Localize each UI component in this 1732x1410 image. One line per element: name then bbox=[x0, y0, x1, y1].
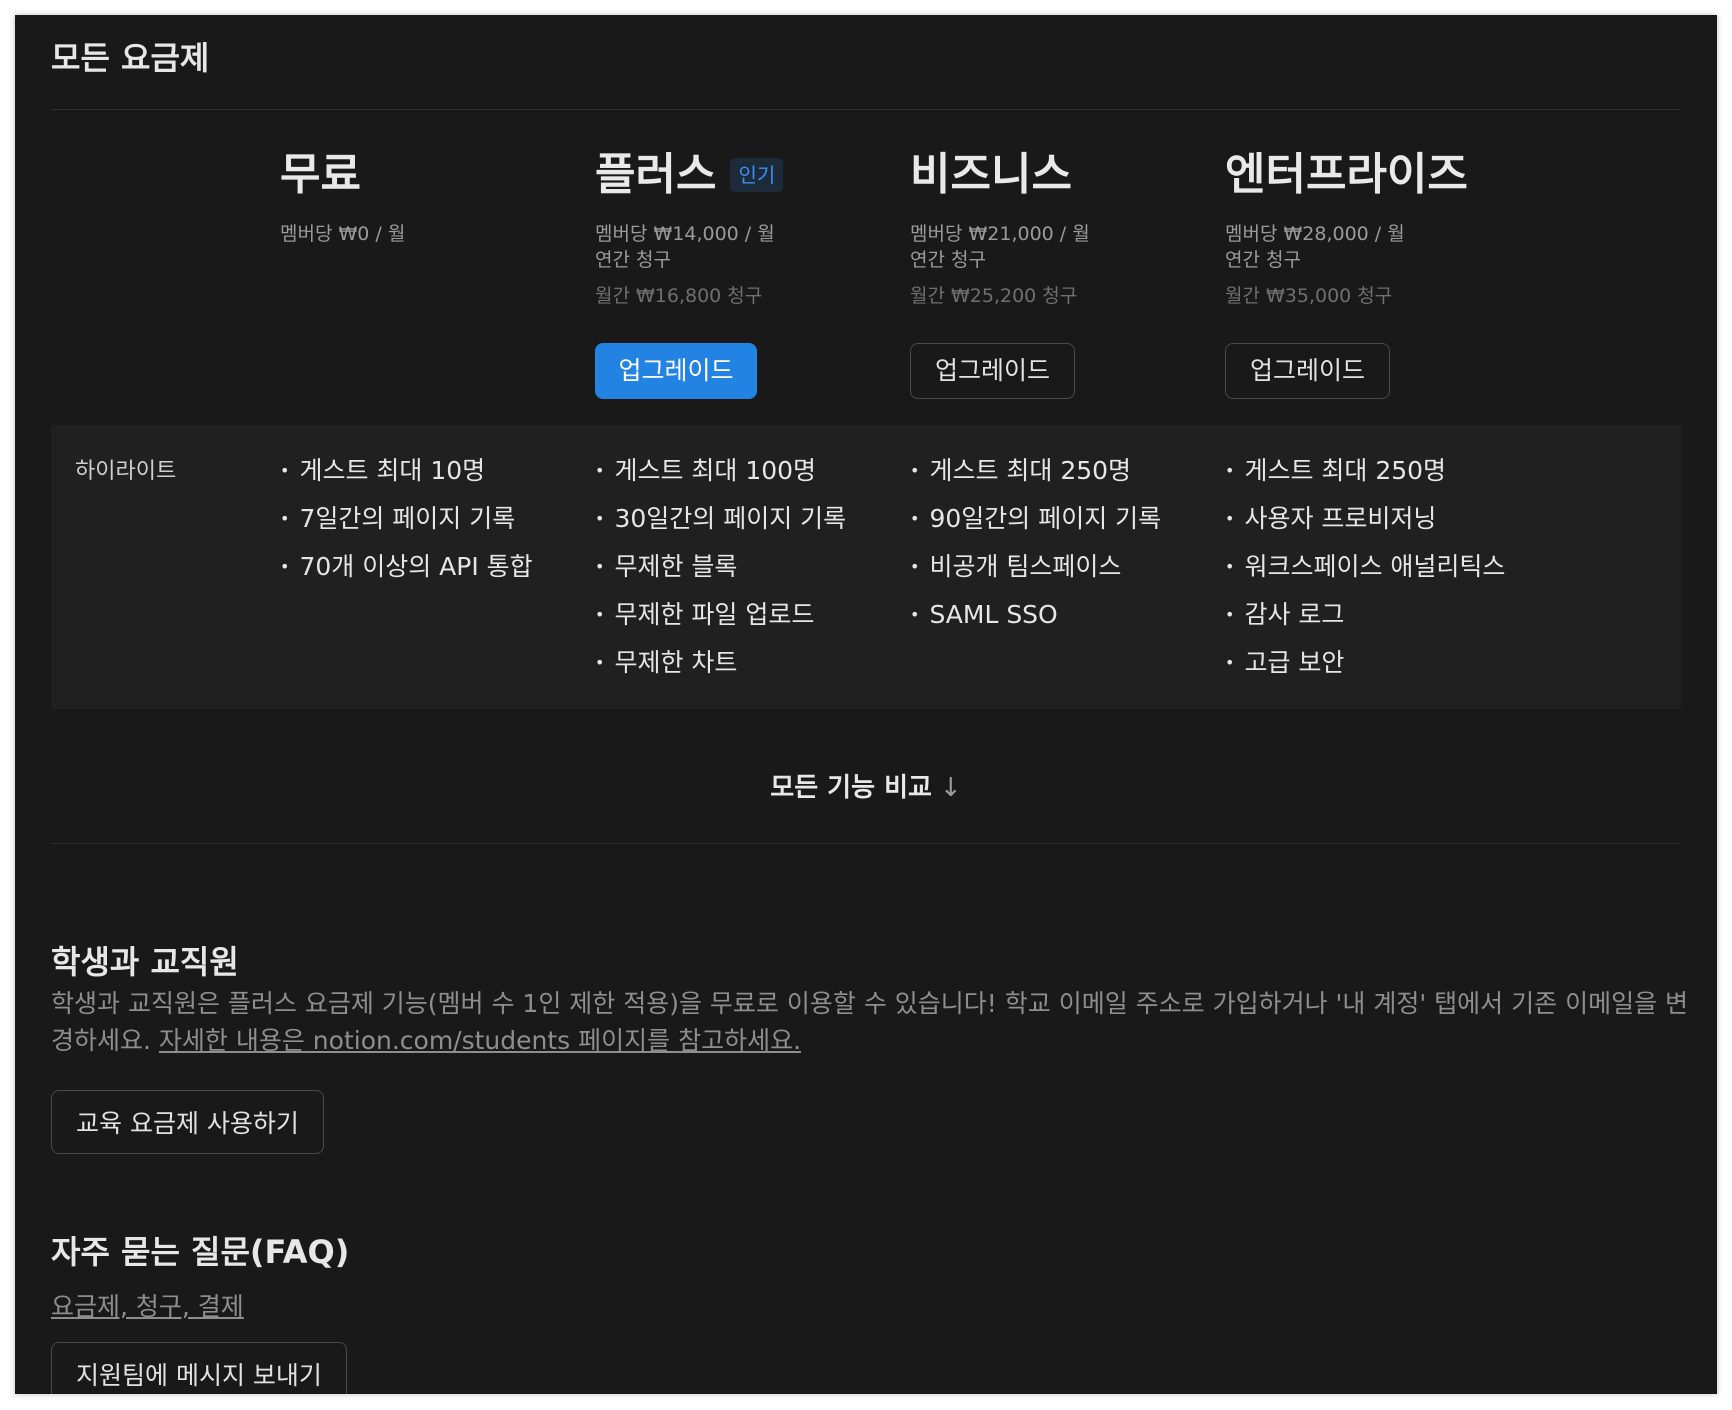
highlights-plus: 게스트 최대 100명 30일간의 페이지 기록 무제한 블록 무제한 파일 업… bbox=[595, 447, 846, 687]
upgrade-button-plus[interactable]: 업그레이드 bbox=[595, 343, 757, 399]
plan-monthly-price: 월간 ₩16,800 청구 bbox=[595, 285, 763, 307]
list-item: 비공개 팀스페이스 bbox=[910, 543, 1161, 591]
faq-title: 자주 묻는 질문(FAQ) bbox=[51, 1233, 350, 1271]
students-info-link[interactable]: 자세한 내용은 notion.com/students 페이지를 참고하세요. bbox=[159, 1026, 801, 1055]
plan-name: 무료 bbox=[280, 145, 620, 205]
section-divider bbox=[51, 843, 1681, 844]
arrow-down-icon: ↓ bbox=[939, 773, 962, 803]
plan-billing: 연간 청구 bbox=[595, 249, 671, 271]
plan-price: 멤버당 ₩0 / 월 bbox=[280, 223, 406, 245]
list-item: 무제한 파일 업로드 bbox=[595, 591, 846, 639]
students-title: 학생과 교직원 bbox=[51, 943, 239, 981]
list-item: 7일간의 페이지 기록 bbox=[280, 495, 533, 543]
highlights-free: 게스트 최대 10명 7일간의 페이지 기록 70개 이상의 API 통합 bbox=[280, 447, 533, 591]
plan-price: 멤버당 ₩14,000 / 월 연간 청구 bbox=[595, 221, 935, 273]
contact-support-button[interactable]: 지원팀에 메시지 보내기 bbox=[51, 1342, 347, 1394]
highlights-enterprise: 게스트 최대 250명 사용자 프로비저닝 워크스페이스 애널리틱스 감사 로그… bbox=[1225, 447, 1505, 687]
list-item: 게스트 최대 250명 bbox=[910, 447, 1161, 495]
plan-price-per-member: 멤버당 ₩28,000 / 월 bbox=[1225, 223, 1405, 245]
upgrade-button-business[interactable]: 업그레이드 bbox=[910, 343, 1075, 399]
education-plan-button[interactable]: 교육 요금제 사용하기 bbox=[51, 1090, 324, 1154]
plan-name-text: 플러스 bbox=[595, 149, 717, 200]
list-item: 워크스페이스 애널리틱스 bbox=[1225, 543, 1505, 591]
plan-plus: 플러스 인기 멤버당 ₩14,000 / 월 연간 청구 월간 ₩16,800 … bbox=[595, 145, 935, 399]
plan-free: 무료 멤버당 ₩0 / 월 bbox=[280, 145, 620, 247]
faq-link[interactable]: 요금제, 청구, 결제 bbox=[51, 1287, 244, 1323]
list-item: 게스트 최대 250명 bbox=[1225, 447, 1505, 495]
plan-name-text: 비즈니스 bbox=[910, 149, 1072, 200]
list-item: SAML SSO bbox=[910, 591, 1161, 639]
list-item: 감사 로그 bbox=[1225, 591, 1505, 639]
compare-all-features-link[interactable]: 모든 기능 비교 ↓ bbox=[15, 767, 1717, 804]
list-item: 무제한 블록 bbox=[595, 543, 846, 591]
pricing-panel: 모든 요금제 무료 멤버당 ₩0 / 월 플러스 인기 멤버당 ₩14,000 … bbox=[15, 15, 1717, 1394]
plan-monthly-price: 월간 ₩25,200 청구 bbox=[910, 285, 1078, 307]
list-item: 게스트 최대 100명 bbox=[595, 447, 846, 495]
plan-name-text: 엔터프라이즈 bbox=[1225, 149, 1468, 200]
plan-price-per-member: 멤버당 ₩21,000 / 월 bbox=[910, 223, 1090, 245]
plan-name: 플러스 인기 bbox=[595, 145, 935, 205]
plan-name: 엔터프라이즈 bbox=[1225, 145, 1565, 205]
plan-price-per-member: 멤버당 ₩14,000 / 월 bbox=[595, 223, 775, 245]
highlights-business: 게스트 최대 250명 90일간의 페이지 기록 비공개 팀스페이스 SAML … bbox=[910, 447, 1161, 639]
list-item: 30일간의 페이지 기록 bbox=[595, 495, 846, 543]
highlights-panel: 하이라이트 게스트 최대 10명 7일간의 페이지 기록 70개 이상의 API… bbox=[51, 425, 1681, 709]
plan-business: 비즈니스 멤버당 ₩21,000 / 월 연간 청구 월간 ₩25,200 청구… bbox=[910, 145, 1250, 399]
plan-billing: 연간 청구 bbox=[910, 249, 986, 271]
list-item: 무제한 차트 bbox=[595, 639, 846, 687]
compare-label: 모든 기능 비교 bbox=[770, 773, 932, 803]
list-item: 70개 이상의 API 통합 bbox=[280, 543, 532, 591]
upgrade-button-enterprise[interactable]: 업그레이드 bbox=[1225, 343, 1390, 399]
plan-name-text: 무료 bbox=[280, 149, 361, 200]
highlights-label: 하이라이트 bbox=[75, 459, 177, 484]
students-description: 학생과 교직원은 플러스 요금제 기능(멤버 수 1인 제한 적용)을 무료로 … bbox=[51, 985, 1691, 1059]
list-item: 고급 보안 bbox=[1225, 639, 1505, 687]
plan-monthly-price: 월간 ₩35,000 청구 bbox=[1225, 285, 1393, 307]
plan-name: 비즈니스 bbox=[910, 145, 1250, 205]
plan-price: 멤버당 ₩28,000 / 월 연간 청구 bbox=[1225, 221, 1565, 273]
plan-price: 멤버당 ₩21,000 / 월 연간 청구 bbox=[910, 221, 1250, 273]
list-item: 사용자 프로비저닝 bbox=[1225, 495, 1505, 543]
plan-enterprise: 엔터프라이즈 멤버당 ₩28,000 / 월 연간 청구 월간 ₩35,000 … bbox=[1225, 145, 1565, 399]
plan-billing: 연간 청구 bbox=[1225, 249, 1301, 271]
list-item: 90일간의 페이지 기록 bbox=[910, 495, 1161, 543]
list-item: 게스트 최대 10명 bbox=[280, 447, 533, 495]
popular-badge: 인기 bbox=[730, 158, 784, 192]
header-divider bbox=[51, 109, 1681, 110]
page-title: 모든 요금제 bbox=[51, 39, 210, 77]
